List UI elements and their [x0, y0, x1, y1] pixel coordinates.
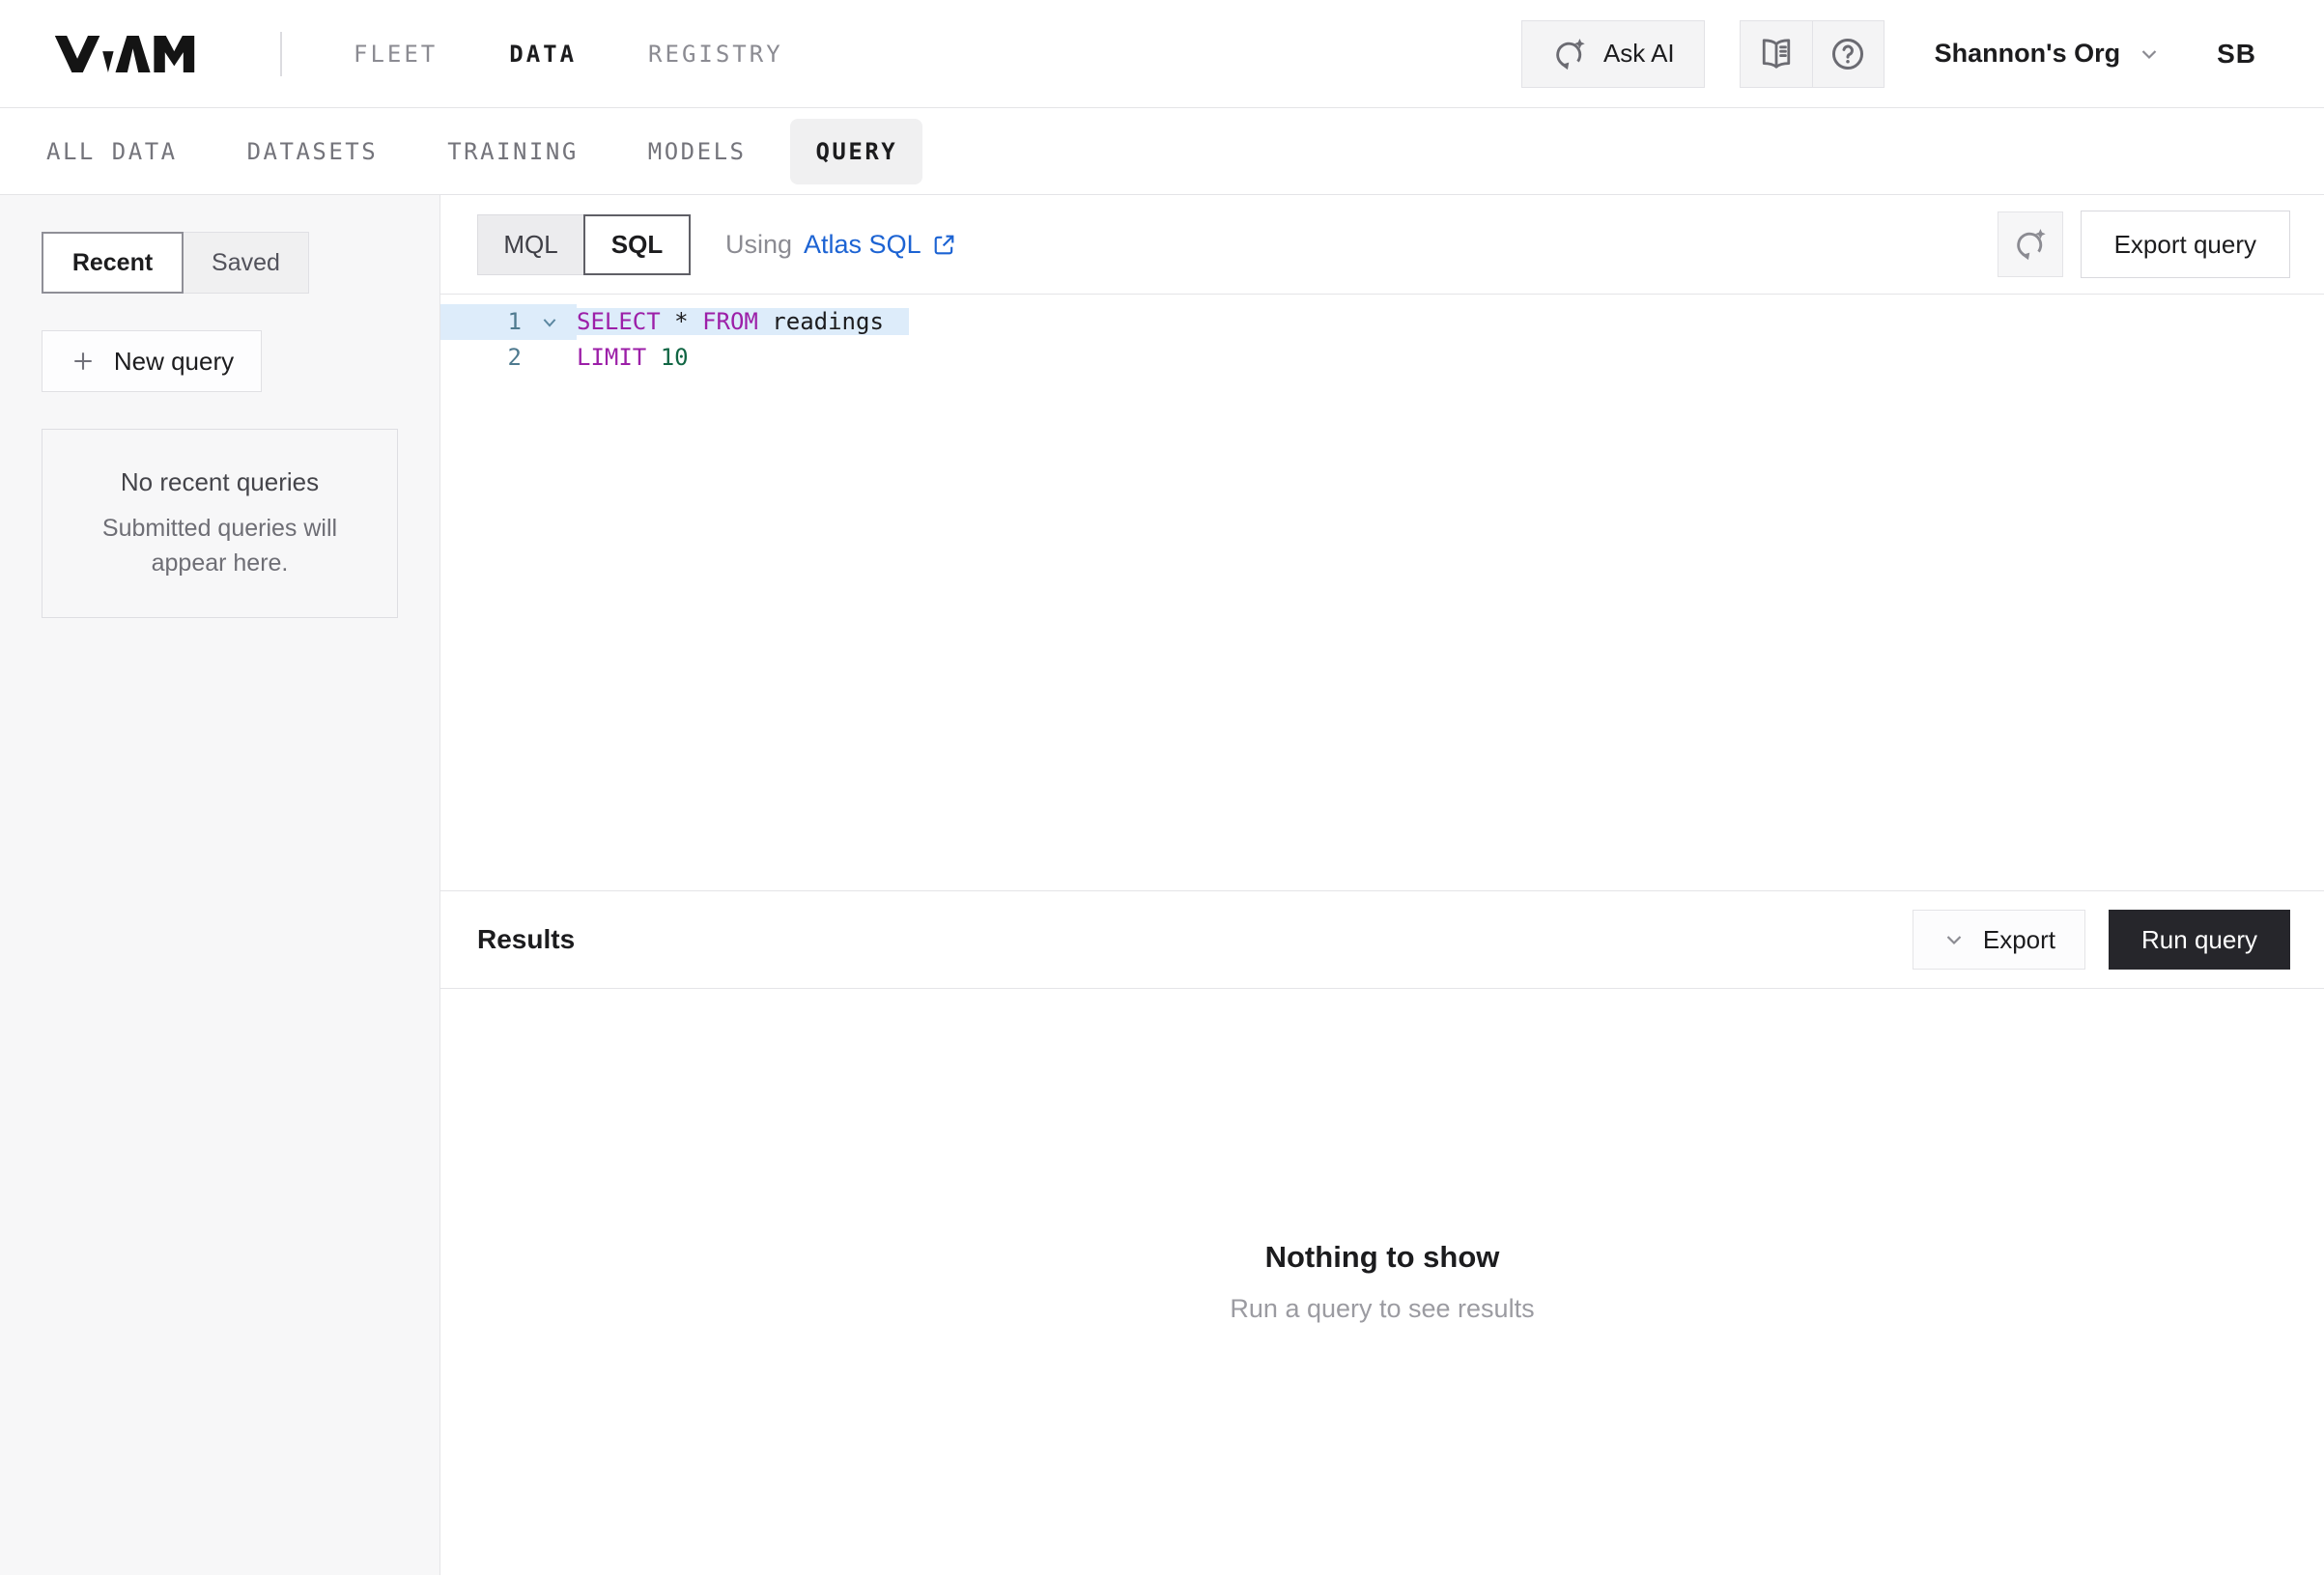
ai-sparkle-icon — [1551, 36, 1588, 72]
plus-icon — [70, 348, 97, 375]
external-link-icon — [931, 232, 957, 258]
export-query-button[interactable]: Export query — [2081, 211, 2290, 278]
results-title: Results — [477, 924, 575, 955]
header-actions: Ask AI — [1521, 20, 2256, 88]
results-actions: Export Run query — [1913, 910, 2290, 970]
tab-all-data[interactable]: ALL DATA — [46, 138, 178, 165]
recent-queries-empty-state: No recent queries Submitted queries will… — [42, 429, 398, 618]
sql-code-editor[interactable]: 1 SELECT * FROM readings 2 LIMIT 10 — [440, 294, 2324, 890]
line-number: 2 — [440, 340, 522, 376]
tab-recent[interactable]: Recent — [42, 232, 184, 294]
atlas-sql-link-label: Atlas SQL — [804, 230, 921, 260]
using-label: Using — [725, 230, 792, 260]
results-empty-state: Nothing to show Run a query to see resul… — [440, 989, 2324, 1575]
export-results-label: Export — [1983, 925, 2055, 955]
empty-state-subtitle: Submitted queries will appear here. — [83, 511, 356, 580]
fold-gutter-spacer — [522, 340, 577, 376]
header-divider — [280, 32, 282, 76]
brand — [52, 32, 282, 76]
tab-training[interactable]: TRAINING — [447, 138, 579, 165]
primary-nav: FLEET DATA REGISTRY — [354, 41, 783, 68]
results-empty-subtitle: Run a query to see results — [1230, 1294, 1534, 1324]
help-button[interactable] — [1812, 21, 1884, 87]
tab-models[interactable]: MODELS — [648, 138, 747, 165]
tab-datasets[interactable]: DATASETS — [247, 138, 379, 165]
app-root: FLEET DATA REGISTRY Ask AI — [0, 0, 2324, 1575]
chevron-down-icon — [1942, 928, 1966, 951]
editor-toolbar-actions: Export query — [1998, 211, 2290, 278]
help-icon — [1828, 34, 1868, 74]
code-line[interactable]: 1 SELECT * FROM readings — [440, 304, 2324, 340]
tab-saved[interactable]: Saved — [184, 232, 309, 294]
query-sidebar: Recent Saved New query No recent queries… — [0, 195, 440, 1575]
query-language-toggle: MQL SQL — [477, 214, 691, 275]
tab-query[interactable]: QUERY — [790, 119, 922, 184]
sql-tab[interactable]: SQL — [583, 214, 691, 275]
docs-button[interactable] — [1741, 21, 1812, 87]
new-query-label: New query — [114, 347, 234, 377]
ai-sparkle-icon — [2012, 226, 2049, 263]
mql-tab[interactable]: MQL — [477, 214, 584, 275]
org-name: Shannon's Org — [1935, 39, 2120, 69]
line-number: 1 — [440, 304, 522, 340]
new-query-button[interactable]: New query — [42, 330, 262, 392]
editor-toolbar: MQL SQL Using Atlas SQL — [440, 195, 2324, 294]
book-icon — [1756, 34, 1797, 74]
user-avatar[interactable]: SB — [2217, 39, 2256, 70]
run-query-button[interactable]: Run query — [2109, 910, 2290, 970]
using-atlas-sql: Using Atlas SQL — [725, 230, 957, 260]
help-icon-group — [1740, 20, 1885, 88]
content-area: Recent Saved New query No recent queries… — [0, 195, 2324, 1575]
query-editor-pane: MQL SQL Using Atlas SQL — [440, 195, 2324, 1575]
atlas-sql-link[interactable]: Atlas SQL — [804, 230, 957, 260]
top-header: FLEET DATA REGISTRY Ask AI — [0, 0, 2324, 108]
nav-fleet[interactable]: FLEET — [354, 41, 438, 68]
code-line[interactable]: 2 LIMIT 10 — [440, 340, 2324, 376]
ask-ai-label: Ask AI — [1603, 39, 1675, 69]
query-list-tabs: Recent Saved — [42, 232, 397, 294]
viam-logo[interactable] — [52, 36, 197, 72]
chevron-down-icon — [2138, 42, 2161, 66]
export-results-button[interactable]: Export — [1913, 910, 2085, 970]
regenerate-query-button[interactable] — [1998, 211, 2063, 277]
data-subnav: ALL DATA DATASETS TRAINING MODELS QUERY — [0, 108, 2324, 195]
nav-data[interactable]: DATA — [509, 41, 577, 68]
code-text: LIMIT 10 — [577, 340, 689, 376]
results-empty-title: Nothing to show — [1265, 1240, 1500, 1275]
empty-state-title: No recent queries — [121, 467, 319, 497]
results-toolbar: Results Export Run query — [440, 890, 2324, 989]
ask-ai-button[interactable]: Ask AI — [1521, 20, 1705, 88]
code-text: SELECT * FROM readings — [577, 304, 909, 340]
nav-registry[interactable]: REGISTRY — [648, 41, 783, 68]
code-lines: 1 SELECT * FROM readings 2 LIMIT 10 — [440, 304, 2324, 376]
org-switcher[interactable]: Shannon's Org — [1935, 39, 2161, 69]
fold-chevron-icon[interactable] — [522, 304, 577, 340]
